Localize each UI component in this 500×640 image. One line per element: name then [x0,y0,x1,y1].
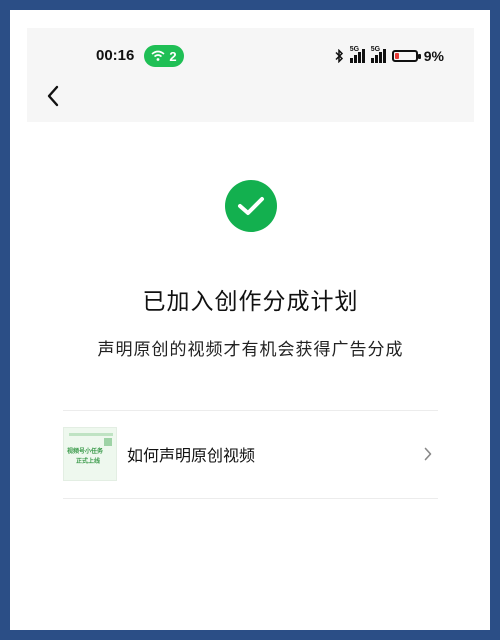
top-area: 00:16 2 5G 5G 9% [27,28,474,122]
back-button[interactable] [41,84,65,108]
wifi-count: 2 [169,48,177,64]
wifi-hotspot-badge: 2 [144,45,184,67]
result-subtitle: 声明原创的视频才有机会获得广告分成 [97,340,404,360]
list-divider-bottom [63,498,438,499]
signal-icon-1: 5G [349,46,365,63]
wifi-icon [151,50,165,61]
battery-icon [391,50,421,62]
network-label-1: 5G [349,46,360,53]
battery-percent: 9% [423,48,444,64]
chevron-left-icon [47,85,59,107]
network-label-2: 5G [370,46,381,53]
thumb-text-1: 视频号小任务 [67,448,104,455]
result-title: 已加入创作分成计划 [142,289,359,315]
check-icon [238,197,264,215]
signal-icon-2: 5G [370,46,386,63]
list-item-declare-original[interactable]: 视频号小任务 正式上线 如何声明原创视频 [63,411,438,497]
battery-level [394,53,399,59]
thumb-text-2: 正式上线 [76,458,101,465]
tutorial-thumbnail: 视频号小任务 正式上线 [63,427,117,481]
status-icons: 5G 5G 9% [335,44,444,68]
success-badge [225,180,277,232]
chevron-right-icon [420,446,436,462]
list-item-label: 如何声明原创视频 [127,446,256,465]
phone-screen: 00:16 2 5G 5G 9% 已加入创作分成计划 声明原创的视频才有机会获得… [27,28,474,612]
bluetooth-icon [335,49,343,63]
status-time: 00:16 [96,47,135,64]
